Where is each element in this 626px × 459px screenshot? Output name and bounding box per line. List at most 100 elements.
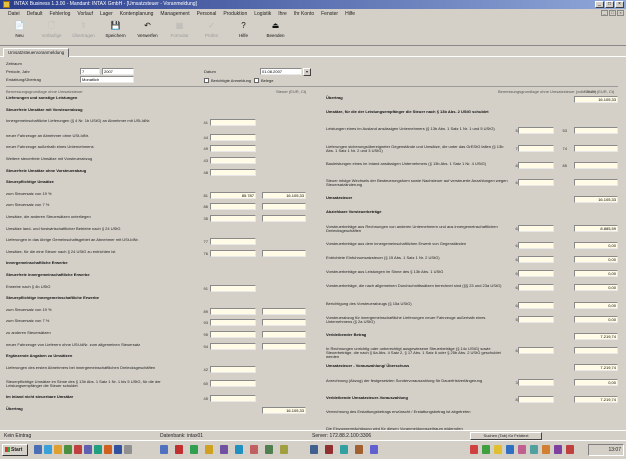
datum-field[interactable]: 01.08.2007	[260, 68, 302, 75]
quicklaunch-icon[interactable]	[84, 445, 92, 454]
menu-item-default[interactable]: Default	[27, 11, 43, 17]
task-icon[interactable]	[370, 445, 378, 454]
quicklaunch-icon[interactable]	[94, 445, 102, 454]
steuer-input[interactable]	[262, 342, 306, 350]
bemessung-input[interactable]	[210, 133, 256, 141]
bemessung-input[interactable]	[210, 203, 256, 211]
menu-item-ihr-konto[interactable]: Ihr Konto	[294, 11, 314, 17]
bemessung-input[interactable]	[210, 319, 256, 327]
bemessung-input[interactable]	[210, 168, 256, 176]
bemessung-input[interactable]	[518, 284, 554, 292]
tray-icon[interactable]	[470, 445, 478, 454]
bemessung-input[interactable]	[210, 284, 256, 292]
quicklaunch-icon[interactable]	[74, 445, 82, 454]
bemessung-input[interactable]	[210, 365, 256, 373]
steuer-input[interactable]	[262, 249, 306, 257]
menu-item-kontenplanung[interactable]: Kontenplanung	[120, 11, 154, 17]
bemessung-input[interactable]	[210, 145, 256, 153]
belege-checkbox[interactable]	[254, 78, 259, 83]
mdi-minimize-button[interactable]: _	[601, 10, 608, 16]
bemessung-input[interactable]	[210, 307, 256, 315]
task-icon[interactable]	[325, 445, 333, 454]
periode-field[interactable]: 7	[80, 68, 100, 75]
tray-icon[interactable]	[530, 445, 538, 454]
steuer-input[interactable]	[262, 307, 306, 315]
steuer-input[interactable]: 16.105,33	[262, 191, 306, 199]
steuer-input[interactable]	[574, 127, 618, 135]
bemessung-input[interactable]	[518, 395, 554, 403]
tray-icon[interactable]	[506, 445, 514, 454]
quicklaunch-icon[interactable]	[44, 445, 52, 454]
search-field-button[interactable]: Suchen (Tab) für Feldtext	[470, 432, 542, 440]
task-icon[interactable]	[340, 445, 348, 454]
steuer-input[interactable]: 0,00	[574, 284, 618, 292]
calendar-button[interactable]: ▾	[303, 68, 311, 76]
bemessung-input[interactable]	[210, 331, 256, 338]
task-icon[interactable]	[265, 445, 273, 454]
bemessung-input[interactable]	[518, 301, 554, 309]
tray-icon[interactable]	[554, 445, 562, 454]
steuer-input[interactable]: 7.219,74	[574, 395, 618, 403]
steuer-input[interactable]: 8.885,59	[574, 224, 618, 232]
menu-item-fehlerlog[interactable]: Fehlerlog	[50, 11, 71, 17]
steuer-input[interactable]: 0,00	[574, 256, 618, 263]
menu-item-personal[interactable]: Personal	[197, 11, 217, 17]
tray-icon[interactable]	[518, 445, 526, 454]
neu-button[interactable]: 📄 Neu	[6, 21, 33, 43]
übertragen-button[interactable]: ⇪ Übertragen	[70, 21, 97, 43]
task-icon[interactable]	[160, 445, 168, 454]
menu-item-hilfe[interactable]: Hilfe	[345, 11, 355, 17]
close-button[interactable]: ×	[615, 1, 624, 8]
steuer-input[interactable]: 0,00	[574, 315, 618, 323]
task-icon[interactable]	[355, 445, 363, 454]
tab-umsatzsteuervoranmeldung[interactable]: Umsatzsteuervoranmeldung	[3, 48, 70, 57]
quicklaunch-icon[interactable]	[104, 445, 112, 454]
verwerfen-button[interactable]: ↶ Verwerfen	[134, 21, 161, 43]
bemessung-input[interactable]	[518, 144, 554, 152]
bemessung-input[interactable]: 85.787	[210, 191, 256, 199]
hilfe-button[interactable]: ? Hilfe	[230, 21, 257, 43]
steuer-input[interactable]: 0,00	[574, 301, 618, 309]
steuer-input[interactable]: 0,00	[574, 378, 618, 386]
bemessung-input[interactable]	[210, 215, 256, 222]
steuer-input[interactable]	[262, 215, 306, 222]
quicklaunch-icon[interactable]	[54, 445, 62, 454]
task-icon[interactable]	[310, 445, 318, 454]
menu-item-logistik[interactable]: Logistik	[254, 11, 271, 17]
bemessung-input[interactable]	[210, 380, 256, 388]
menu-item-vorlauf[interactable]: Vorlauf	[77, 11, 93, 17]
vorläufige-button[interactable]: 🗋 Vorläufige	[38, 21, 65, 43]
menu-item-lager[interactable]: Lager	[100, 11, 113, 17]
steuer-input[interactable]	[574, 179, 618, 186]
bemessung-input[interactable]	[210, 342, 256, 350]
tray-icon[interactable]	[482, 445, 490, 454]
task-icon[interactable]	[205, 445, 213, 454]
bemessung-input[interactable]	[518, 256, 554, 263]
bemessung-input[interactable]	[518, 127, 554, 135]
bemessung-input[interactable]	[210, 238, 256, 246]
quicklaunch-icon[interactable]	[124, 445, 132, 454]
steuer-input[interactable]	[574, 144, 618, 152]
bemessung-input[interactable]	[518, 161, 554, 169]
task-icon[interactable]	[175, 445, 183, 454]
bemessung-input[interactable]	[518, 224, 554, 232]
steuer-input[interactable]	[574, 347, 618, 355]
steuer-input[interactable]	[574, 161, 618, 169]
bemessung-input[interactable]	[210, 249, 256, 257]
menu-item-datei[interactable]: Datei	[8, 11, 20, 17]
mdi-close-button[interactable]: ×	[617, 10, 624, 16]
steuer-input[interactable]	[262, 331, 306, 338]
bemessung-input[interactable]	[518, 270, 554, 278]
task-icon[interactable]	[220, 445, 228, 454]
menu-item-produktion[interactable]: Produktion	[223, 11, 247, 17]
task-icon[interactable]	[280, 445, 288, 454]
formular-button[interactable]: ▦ Formular	[166, 21, 193, 43]
berichtigte-checkbox[interactable]	[204, 78, 209, 83]
menu-item-ihre[interactable]: Ihre	[278, 11, 287, 17]
bemessung-input[interactable]	[210, 157, 256, 164]
erstattung-select[interactable]: Monatlich	[80, 76, 134, 83]
speichern-button[interactable]: 💾 Speichern	[102, 21, 129, 43]
beenden-button[interactable]: ⏏ Beenden	[262, 21, 289, 43]
steuer-input[interactable]	[262, 319, 306, 327]
menu-item-fenster[interactable]: Fenster	[321, 11, 338, 17]
